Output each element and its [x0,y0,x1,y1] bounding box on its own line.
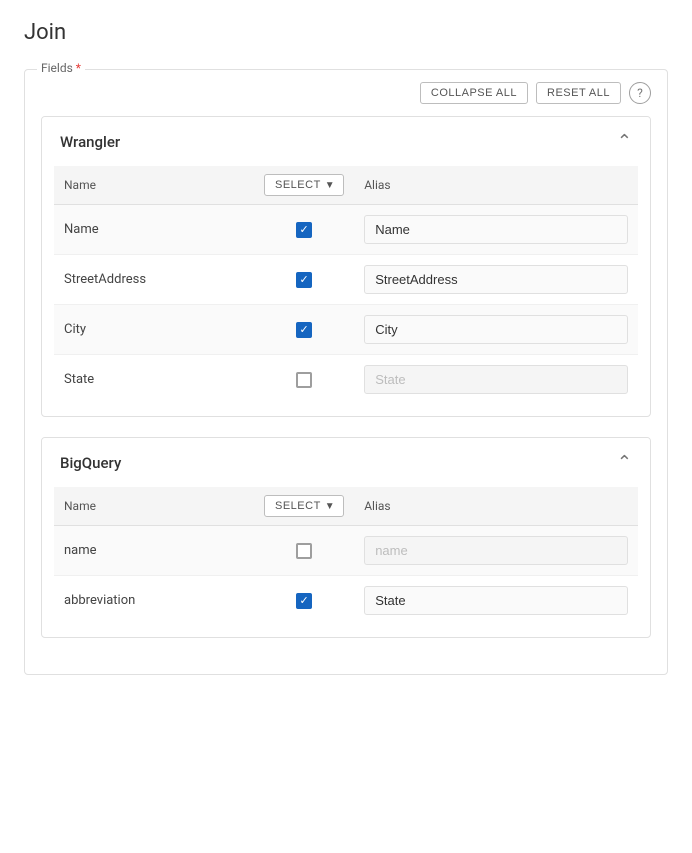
table-row: City ✓ [54,305,638,355]
field-checkbox-wrangler-0[interactable]: ✓ [296,222,312,238]
source-cards-container: Wrangler ⌃ Name SELECT ▼ Alias Name✓Stre… [41,116,651,638]
source-header-wrangler[interactable]: Wrangler ⌃ [42,117,650,166]
field-alias-input-wrangler-2[interactable] [364,315,628,344]
source-body-bigquery: Name SELECT ▼ Alias nameabbreviation ✓ [42,487,650,637]
fields-section: Fields * COLLAPSE ALL RESET ALL ? Wrangl… [24,69,668,675]
collapse-all-button[interactable]: COLLAPSE ALL [420,82,528,104]
select-dropdown-wrangler[interactable]: SELECT ▼ [264,174,344,196]
checkmark-icon: ✓ [299,324,308,335]
field-alias-cell-wrangler-3 [354,355,638,405]
field-name-wrangler-0: Name [54,205,254,255]
col-header-select: SELECT ▼ [254,487,354,526]
table-row: StreetAddress ✓ [54,255,638,305]
field-checkbox-bigquery-1[interactable]: ✓ [296,593,312,609]
help-icon[interactable]: ? [629,82,651,104]
source-card-wrangler: Wrangler ⌃ Name SELECT ▼ Alias Name✓Stre… [41,116,651,417]
field-name-wrangler-3: State [54,355,254,405]
field-checkbox-wrangler-3[interactable] [296,372,312,388]
source-card-bigquery: BigQuery ⌃ Name SELECT ▼ Alias nameabbre… [41,437,651,638]
field-checkbox-wrangler-2[interactable]: ✓ [296,322,312,338]
required-marker: * [76,61,81,75]
col-header-name: Name [54,487,254,526]
field-checkbox-cell-wrangler-0: ✓ [254,205,354,255]
field-alias-cell-wrangler-0 [354,205,638,255]
field-alias-input-wrangler-3[interactable] [364,365,628,394]
col-header-select: SELECT ▼ [254,166,354,205]
table-row: abbreviation ✓ [54,576,638,626]
field-checkbox-cell-wrangler-3 [254,355,354,405]
reset-all-button[interactable]: RESET ALL [536,82,621,104]
field-alias-cell-bigquery-0 [354,526,638,576]
field-checkbox-cell-bigquery-0 [254,526,354,576]
field-alias-input-bigquery-1[interactable] [364,586,628,615]
source-body-wrangler: Name SELECT ▼ Alias Name✓StreetAddress✓C… [42,166,650,416]
field-alias-input-wrangler-1[interactable] [364,265,628,294]
field-name-wrangler-2: City [54,305,254,355]
chevron-up-icon: ⌃ [617,131,632,152]
field-checkbox-cell-wrangler-1: ✓ [254,255,354,305]
field-alias-cell-bigquery-1 [354,576,638,626]
field-name-bigquery-1: abbreviation [54,576,254,626]
select-dropdown-bigquery[interactable]: SELECT ▼ [264,495,344,517]
field-checkbox-bigquery-0[interactable] [296,543,312,559]
table-row: Name ✓ [54,205,638,255]
checkmark-icon: ✓ [299,224,308,235]
checkmark-icon: ✓ [299,595,308,606]
col-header-name: Name [54,166,254,205]
dropdown-arrow-icon: ▼ [325,501,335,512]
field-name-bigquery-0: name [54,526,254,576]
fields-table-wrangler: Name SELECT ▼ Alias Name✓StreetAddress✓C… [54,166,638,404]
field-checkbox-cell-bigquery-1: ✓ [254,576,354,626]
fields-label: Fields * [37,61,85,75]
field-alias-cell-wrangler-2 [354,305,638,355]
toolbar: COLLAPSE ALL RESET ALL ? [41,82,651,104]
page-title: Join [24,20,668,45]
dropdown-arrow-icon: ▼ [325,180,335,191]
source-header-bigquery[interactable]: BigQuery ⌃ [42,438,650,487]
checkmark-icon: ✓ [299,274,308,285]
col-header-alias: Alias [354,487,638,526]
table-row: State [54,355,638,405]
source-title-bigquery: BigQuery [60,454,121,472]
chevron-up-icon: ⌃ [617,452,632,473]
col-header-alias: Alias [354,166,638,205]
field-checkbox-wrangler-1[interactable]: ✓ [296,272,312,288]
field-checkbox-cell-wrangler-2: ✓ [254,305,354,355]
source-title-wrangler: Wrangler [60,133,120,151]
field-alias-cell-wrangler-1 [354,255,638,305]
field-name-wrangler-1: StreetAddress [54,255,254,305]
field-alias-input-bigquery-0[interactable] [364,536,628,565]
field-alias-input-wrangler-0[interactable] [364,215,628,244]
fields-table-bigquery: Name SELECT ▼ Alias nameabbreviation ✓ [54,487,638,625]
table-row: name [54,526,638,576]
